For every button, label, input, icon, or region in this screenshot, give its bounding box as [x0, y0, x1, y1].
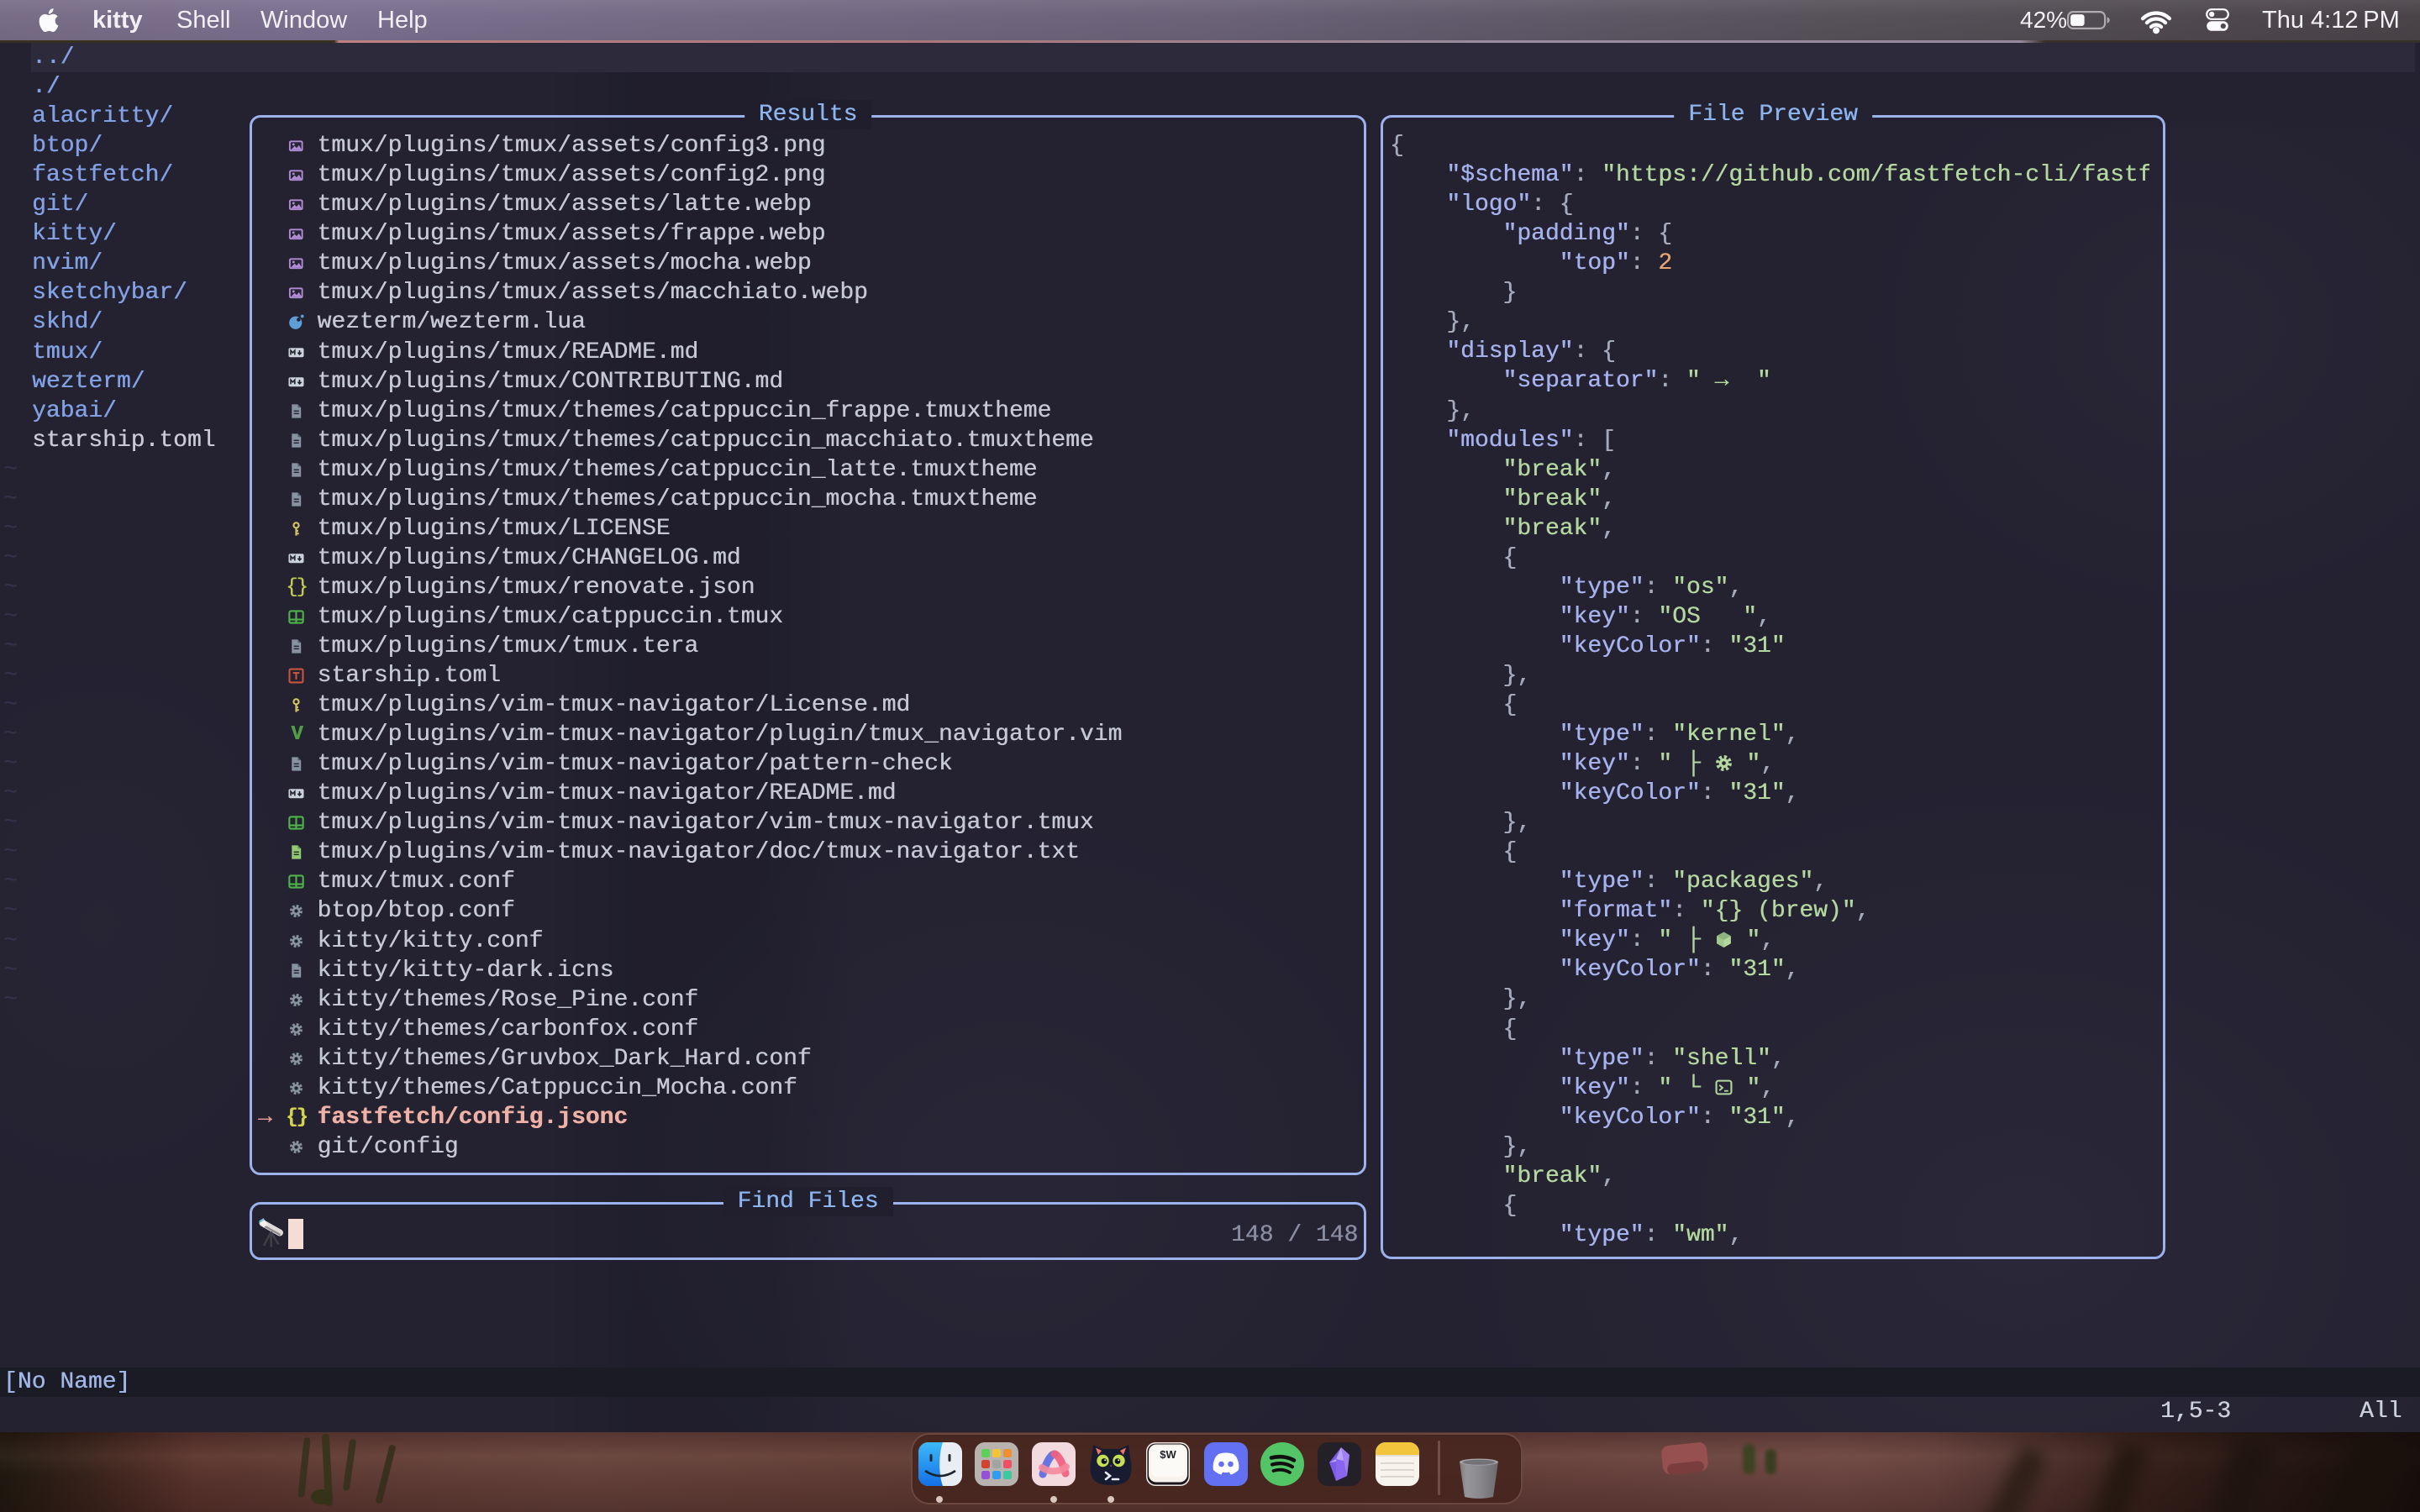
svg-text:$W: $W	[1160, 1448, 1176, 1461]
